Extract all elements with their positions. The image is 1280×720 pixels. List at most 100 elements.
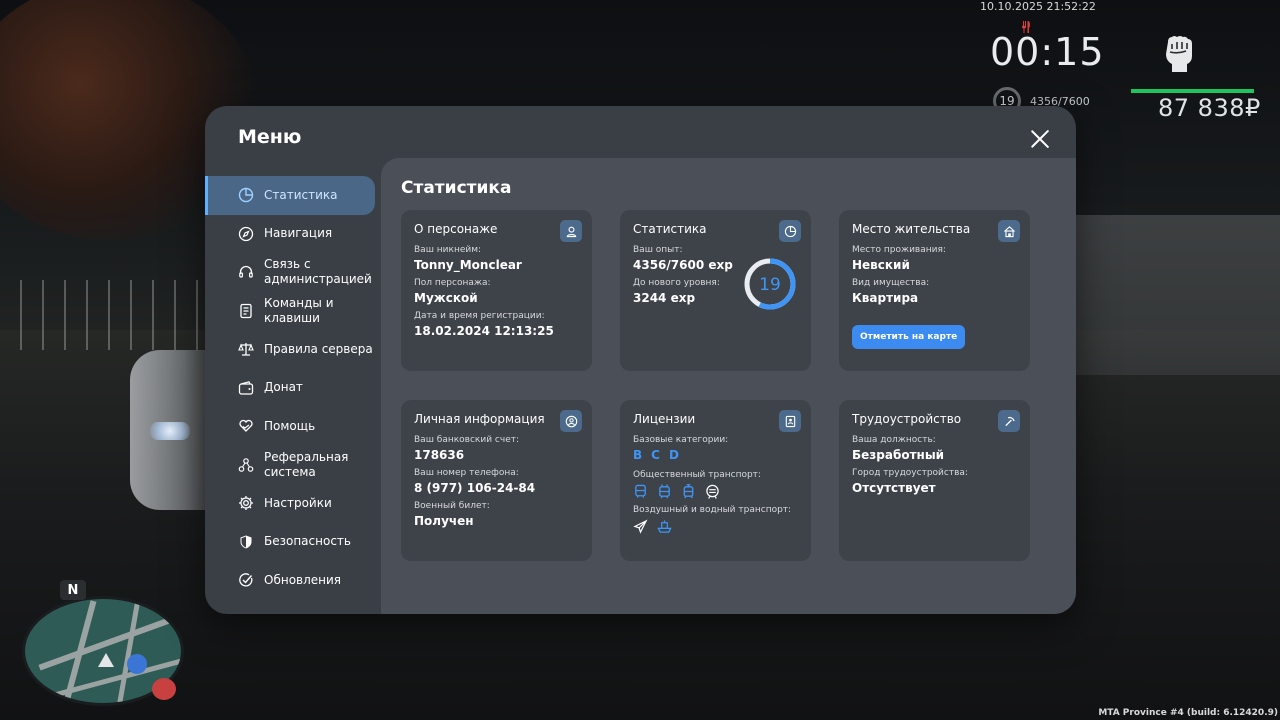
card-title: О персонаже	[414, 222, 498, 236]
wall	[1075, 215, 1280, 375]
trolleybus-icon	[659, 484, 670, 499]
place-label: Место проживания:	[852, 245, 946, 255]
card-title: Личная информация	[414, 412, 545, 426]
hud-money: 87 838₽	[1158, 94, 1261, 122]
build-info: MTA Province #4 (build: 6.12420.9)	[1098, 708, 1278, 718]
phone-label: Ваш номер телефона:	[414, 468, 519, 478]
sidebar-item-label: Настройки	[264, 495, 332, 510]
sidebar-item-label: Команды и клавиши	[264, 295, 334, 325]
car-headlight	[150, 422, 190, 440]
sidebar-item-label: Помощь	[264, 418, 316, 433]
license-categories: B C D	[633, 448, 798, 462]
air-water-transport-icons	[633, 519, 798, 534]
property-type-label: Вид имущества:	[852, 278, 930, 288]
phone-value: 8 (977) 106-24-84	[414, 481, 536, 495]
close-button[interactable]	[1029, 128, 1051, 150]
hud-timer: 00:15	[990, 30, 1105, 74]
residence-card: Место жительства Место проживания: Невск…	[839, 210, 1030, 371]
home-icon	[998, 220, 1020, 242]
minimap-north: N	[60, 580, 86, 600]
property-type-value: Квартира	[852, 291, 919, 305]
plane-icon	[633, 519, 648, 534]
bank-account-value: 178636	[414, 448, 465, 462]
content-panel: Статистика О персонаже Ваш никнейм: Tonn…	[381, 158, 1076, 614]
user-circle-icon	[560, 410, 582, 432]
registration-value: 18.02.2024 12:13:25	[414, 324, 554, 338]
level-number: 19	[759, 275, 781, 295]
sidebar-item-label: Правила сервера	[264, 341, 373, 356]
menu-title: Меню	[238, 126, 302, 148]
sidebar-item-settings[interactable]: Настройки	[205, 484, 375, 523]
position-label: Ваша должность:	[852, 435, 936, 445]
employment-card: Трудоустройство Ваша должность: Безработ…	[839, 400, 1030, 561]
sidebar-item-label: Донат	[264, 380, 303, 395]
card-title: Статистика	[633, 222, 707, 236]
card-title: Лицензии	[633, 412, 696, 426]
gender-label: Пол персонажа:	[414, 278, 491, 288]
sidebar-item-rules[interactable]: Правила сервера	[205, 330, 375, 369]
exp-label: Ваш опыт:	[633, 245, 683, 255]
nickname-value: Tonny_Monclear	[414, 258, 522, 272]
pie-chart-icon	[779, 220, 801, 242]
sidebar-item-referral[interactable]: Реферальная система	[205, 446, 375, 485]
public-transport-icons	[633, 484, 798, 499]
licenses-card: Лицензии Базовые категории: B C D Общест…	[620, 400, 811, 561]
military-id-value: Получен	[414, 514, 474, 528]
license-category: B	[633, 448, 643, 462]
basic-categories-label: Базовые категории:	[633, 435, 729, 445]
sidebar-item-commands[interactable]: Команды и клавиши	[205, 292, 375, 331]
metro-icon	[706, 484, 719, 499]
hud-datetime: 10.10.2025 21:52:22	[980, 0, 1096, 13]
statistics-card: Статистика Ваш опыт: 4356/7600 exp До но…	[620, 210, 811, 371]
content-title: Статистика	[401, 178, 512, 198]
employment-city-value: Отсутствует	[852, 481, 936, 495]
nickname-label: Ваш никнейм:	[414, 245, 482, 255]
pie-chart-icon	[237, 186, 255, 204]
tram-icon	[683, 484, 694, 499]
fence	[20, 280, 200, 350]
personal-info-card: Личная информация Ваш банковский счет: 1…	[401, 400, 592, 561]
compass-icon	[237, 225, 255, 243]
police-icon	[127, 654, 147, 674]
bank-account-label: Ваш банковский счет:	[414, 435, 520, 445]
air-water-transport-label: Воздушный и водный транспорт:	[633, 505, 792, 515]
sidebar-item-navigation[interactable]: Навигация	[205, 215, 375, 254]
scales-icon	[237, 340, 255, 358]
sidebar-item-label: Безопасность	[264, 534, 351, 549]
character-card: О персонаже Ваш никнейм: Tonny_Monclear …	[401, 210, 592, 371]
gear-icon	[237, 494, 255, 512]
health-bar	[1131, 89, 1254, 93]
sidebar-item-updates[interactable]: Обновления	[205, 561, 375, 600]
license-category: C	[651, 448, 660, 462]
military-id-label: Военный билет:	[414, 501, 490, 511]
user-icon	[560, 220, 582, 242]
sidebar-item-label: Обновления	[264, 572, 342, 587]
card-title: Трудоустройство	[852, 412, 962, 426]
registration-label: Дата и время регистрации:	[414, 311, 545, 321]
sidebar-item-admin-contact[interactable]: Связь с администрацией	[205, 253, 375, 292]
player-marker	[98, 653, 114, 667]
sidebar-item-statistics[interactable]: Статистика	[205, 176, 375, 215]
document-icon	[237, 302, 255, 320]
fire-station-icon	[152, 678, 176, 700]
position-value: Безработный	[852, 448, 945, 462]
sidebar-item-donate[interactable]: Донат	[205, 369, 375, 408]
gender-value: Мужской	[414, 291, 478, 305]
level-progress-ring: 19	[744, 258, 796, 310]
id-card-icon	[779, 410, 801, 432]
license-category: D	[668, 448, 679, 462]
fist-icon	[1162, 34, 1196, 74]
card-title: Место жительства	[852, 222, 971, 236]
bus-icon	[635, 484, 646, 498]
employment-city-label: Город трудоустройства:	[852, 468, 968, 478]
sidebar-item-help[interactable]: Помощь	[205, 407, 375, 446]
place-value: Невский	[852, 258, 910, 272]
heart-hands-icon	[237, 417, 255, 435]
shield-icon	[237, 533, 255, 551]
wallet-icon	[237, 379, 255, 397]
sidebar-item-security[interactable]: Безопасность	[205, 523, 375, 562]
sidebar-item-label: Навигация	[264, 226, 333, 241]
sidebar: Статистика Навигация Связь с администрац…	[205, 176, 381, 600]
sidebar-item-label: Реферальная система	[264, 449, 349, 479]
mark-on-map-button[interactable]: Отметить на карте	[852, 325, 966, 349]
